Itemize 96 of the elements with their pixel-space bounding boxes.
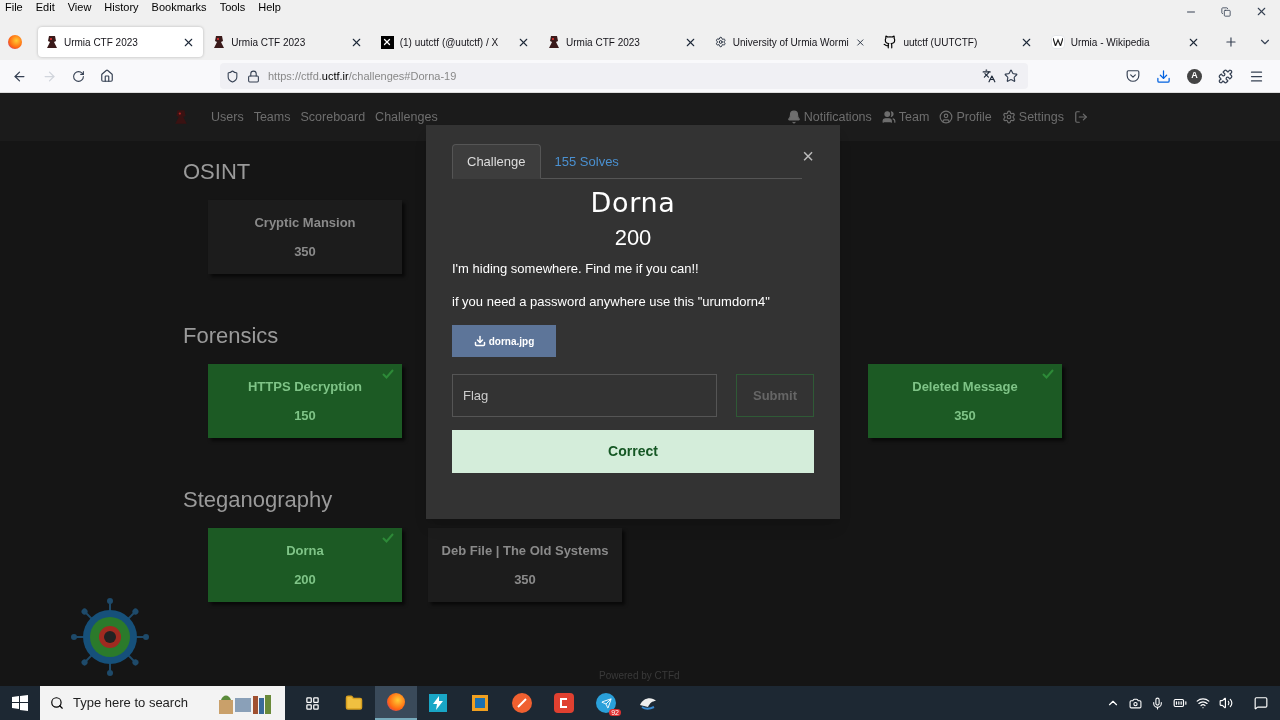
tab-title: Urmia CTF 2023 [63, 35, 139, 50]
new-tab-icon[interactable] [1224, 35, 1239, 49]
download-icon[interactable] [1156, 68, 1171, 84]
checkmark-icon [382, 533, 394, 543]
menu-icon[interactable] [1249, 68, 1264, 84]
shield-icon [226, 69, 239, 83]
search-icon [50, 696, 64, 710]
firefox-taskbar-icon[interactable] [375, 686, 417, 720]
menu-item[interactable]: Help [258, 2, 281, 13]
menu-item[interactable]: Bookmarks [151, 2, 207, 13]
menu-item[interactable]: History [104, 2, 139, 13]
gear-icon [715, 35, 727, 49]
ninja-icon [213, 35, 226, 49]
challenge-points: 350 [294, 245, 316, 258]
menu-item[interactable]: Tools [219, 2, 246, 13]
category-heading: Forensics [183, 325, 279, 347]
result-message: Correct [452, 430, 814, 473]
file-download-button[interactable]: dorna.jpg [452, 325, 556, 357]
firefox-icon[interactable] [8, 35, 22, 49]
virus-badge-icon [70, 597, 150, 677]
browser-tab[interactable]: Urmia - Wikipedia [1042, 27, 1209, 57]
challenge-points: 200 [294, 573, 316, 586]
home-icon[interactable] [100, 69, 114, 83]
challenge-points: 350 [514, 573, 536, 586]
browser-tab[interactable]: University of Urmia Wormi [707, 27, 874, 57]
dialog-tab[interactable]: Challenge [452, 144, 541, 179]
category-heading: Steganography [183, 489, 333, 511]
dialog-tab[interactable]: 155 Solves [540, 144, 633, 179]
ninja-icon [45, 35, 58, 49]
category-heading: OSINT [183, 161, 251, 183]
challenge-card[interactable]: Deleted Message 350 [868, 364, 1062, 438]
download-icon [473, 335, 486, 347]
close-button[interactable]: × [802, 146, 814, 166]
challenge-points: 150 [294, 409, 316, 422]
url-text: https://ctfd.uctf.ir/challenges#Dorna-19 [268, 68, 457, 84]
account-avatar[interactable]: A [1187, 68, 1202, 84]
back-icon[interactable] [12, 68, 27, 84]
challenge-name: HTTPS Decryption [247, 380, 363, 393]
challenge-name: Cryptic Mansion [254, 216, 356, 229]
windows-start-icon[interactable] [12, 695, 28, 711]
tab-title: uutctf (UUTCTF) [903, 35, 979, 50]
challenge-title: Dorna [589, 189, 677, 216]
challenge-points: 350 [954, 409, 976, 422]
paper-plane-icon [600, 697, 612, 709]
tab-title: (1) uutctf (@uutctf) / X [399, 35, 500, 50]
browser-tab[interactable]: Urmia CTF 2023 [540, 27, 706, 57]
menu-item[interactable]: Edit [35, 2, 55, 13]
checkmark-icon [382, 369, 394, 379]
description-text: I'm hiding somewhere. Find me if you can!! [452, 262, 700, 275]
close-icon[interactable] [1255, 5, 1268, 18]
logout-icon[interactable] [1074, 110, 1088, 124]
challenge-card[interactable]: Deb File | The Old Systems 350 [428, 528, 622, 602]
translate-icon[interactable] [982, 69, 996, 83]
lock-icon [247, 69, 260, 83]
ninja-icon [548, 35, 560, 49]
url-field[interactable]: https://ctfd.uctf.ir/challenges#Dorna-19 [220, 63, 1028, 89]
checkmark-icon [1042, 369, 1054, 379]
challenge-card[interactable]: Cryptic Mansion 350 [208, 200, 402, 274]
reload-icon[interactable] [72, 69, 85, 83]
tab-title: Urmia CTF 2023 [566, 35, 641, 50]
volume-icon[interactable] [1219, 696, 1233, 710]
challenge-name: Deleted Message [912, 380, 1018, 393]
battery-icon[interactable] [1173, 696, 1187, 710]
search-placeholder: Type here to search [73, 694, 189, 713]
browser-tab[interactable]: Urmia CTF 2023 [37, 27, 204, 57]
menu-item[interactable]: File [5, 2, 23, 13]
settings-icon [1001, 110, 1016, 124]
extensions-icon[interactable] [1218, 68, 1233, 84]
taskbar-search-field[interactable]: Type here to search [40, 686, 285, 720]
tab-title: University of Urmia Wormi [732, 35, 849, 50]
bell-icon [786, 110, 801, 124]
user-icon [939, 110, 954, 124]
users-icon [881, 110, 896, 124]
browser-tab[interactable]: uutctf (UUTCTF) [875, 27, 1041, 57]
cat-icon [883, 35, 898, 49]
restore-icon[interactable] [1221, 6, 1231, 17]
star-icon[interactable] [1004, 69, 1018, 83]
flag-input[interactable]: Flag [452, 374, 717, 417]
wifi-icon[interactable] [1196, 696, 1210, 710]
x-logo-icon [380, 35, 394, 49]
menu-item[interactable]: View [67, 2, 92, 13]
challenge-name: Deb File | The Old Systems [441, 544, 609, 557]
tab-title: Urmia - Wikipedia [1070, 35, 1151, 50]
w-logo-icon [1050, 35, 1065, 49]
challenge-name: Dorna [286, 544, 324, 557]
pocket-icon[interactable] [1126, 69, 1140, 83]
tab-title: Urmia CTF 2023 [231, 35, 307, 50]
camera-icon[interactable] [1129, 696, 1142, 710]
browser-tab[interactable]: (1) uutctf (@uutctf) / X [372, 27, 538, 57]
challenge-card[interactable]: Dorna 200 [208, 528, 402, 602]
microphone-icon[interactable] [1151, 696, 1164, 710]
challenge-card[interactable]: HTTPS Decryption 150 [208, 364, 402, 438]
browser-tab[interactable]: Urmia CTF 2023 [205, 27, 371, 57]
notification-icon[interactable] [1254, 696, 1268, 710]
challenge-value: 200 [613, 227, 653, 249]
description-text: if you need a password anywhere use this "urumdorn4" [452, 295, 771, 308]
